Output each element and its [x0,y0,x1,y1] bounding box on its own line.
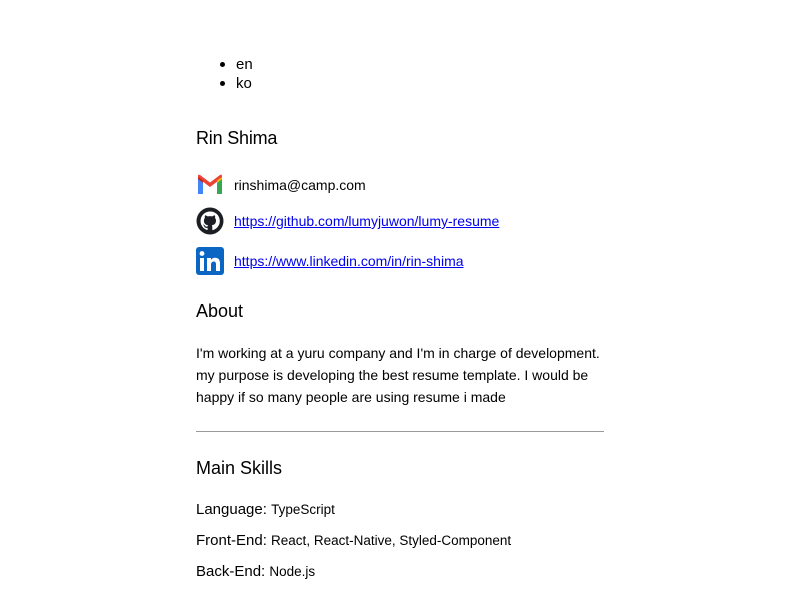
contact-github: https://github.com/lumyjuwon/lumy-resume [196,207,499,235]
about-title: About [196,301,244,321]
language-option-ko[interactable]: ko [218,74,253,93]
gmail-icon [196,171,224,199]
linkedin-link[interactable]: https://www.linkedin.com/in/rin-shima [234,253,464,269]
skill-value: Node.js [269,564,316,579]
skill-label: Back-End: [196,563,266,580]
skill-value: React, React-Native, Styled-Component [271,533,512,548]
contact-linkedin: https://www.linkedin.com/in/rin-shima [196,247,464,275]
profile-name: Rin Shima [196,128,278,148]
github-icon [196,207,224,235]
skill-value: TypeScript [271,502,335,517]
language-list: en ko [218,55,253,93]
linkedin-icon [196,247,224,275]
skill-label: Front-End: [196,532,267,549]
section-divider [196,431,604,432]
contact-email: rinshima@camp.com [196,171,366,199]
email-text: rinshima@camp.com [234,177,366,193]
skills-title: Main Skills [196,458,283,478]
language-option-en[interactable]: en [218,55,253,74]
skill-back-end: Back-End: Node.js [196,563,315,580]
skill-front-end: Front-End: React, React-Native, Styled-C… [196,532,511,549]
skill-language: Language: TypeScript [196,501,335,518]
github-link[interactable]: https://github.com/lumyjuwon/lumy-resume [234,213,499,229]
skill-label: Language: [196,501,267,518]
about-text: I'm working at a yuru company and I'm in… [196,345,600,405]
